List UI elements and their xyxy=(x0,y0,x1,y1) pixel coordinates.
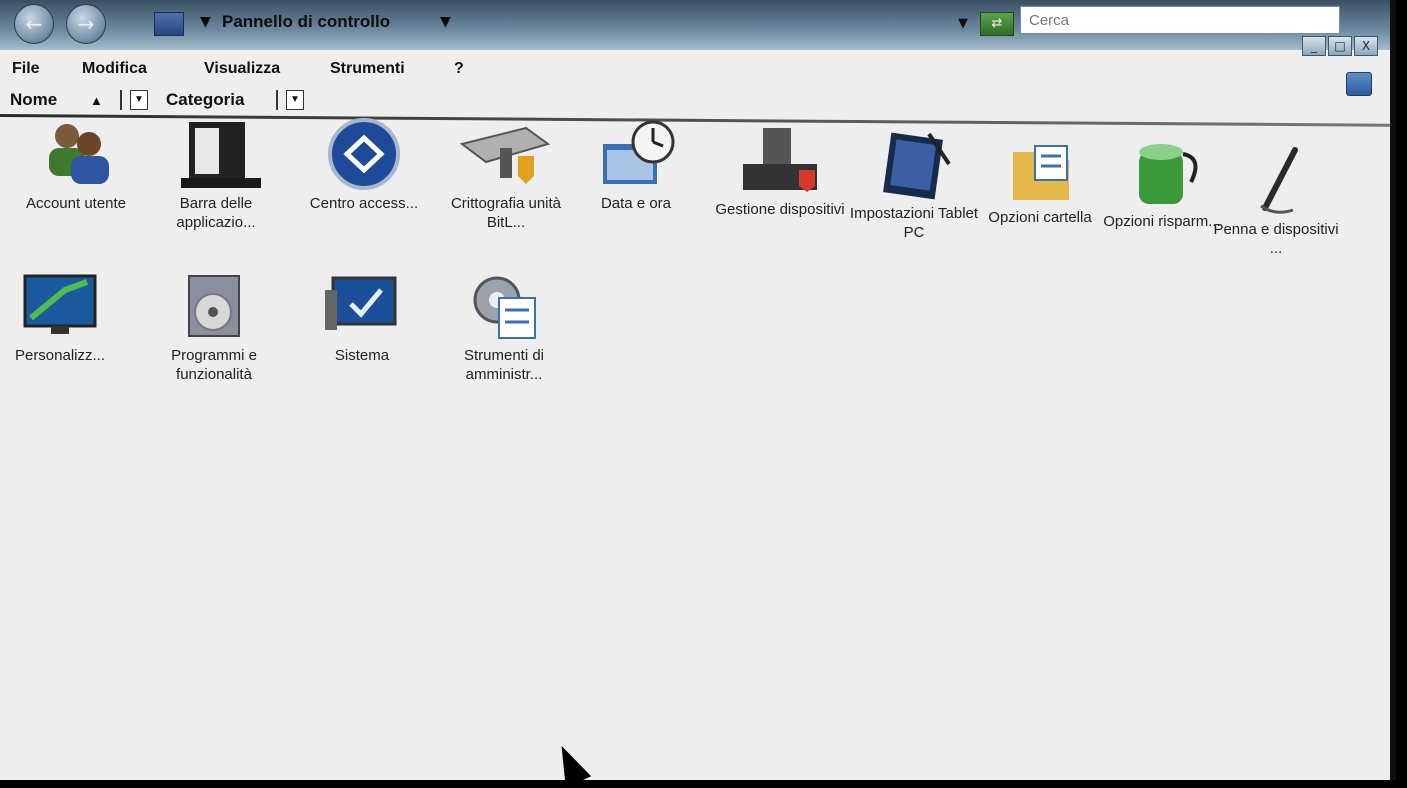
item-label: Penna e dispositivi ... xyxy=(1213,221,1339,257)
item-label: Strumenti di amministr... xyxy=(463,347,545,383)
item-label: Gestione dispositivi xyxy=(715,201,845,218)
item-opzioni-cartella[interactable]: Opzioni cartella xyxy=(970,132,1110,227)
menu-modifica[interactable]: Modifica xyxy=(82,60,147,78)
item-label: Data e ora xyxy=(600,195,672,212)
refresh-button[interactable]: ⇄ xyxy=(980,12,1014,36)
device-manager-icon xyxy=(743,124,817,194)
item-impostazioni-tablet[interactable]: Impostazioni Tablet PC xyxy=(844,128,984,242)
item-centro-accessibilita[interactable]: Centro access... xyxy=(294,118,434,213)
date-time-icon xyxy=(601,118,675,188)
item-personalizzazione[interactable]: Personalizz... xyxy=(0,270,130,365)
maximize-button[interactable]: □ xyxy=(1328,36,1352,56)
back-arrow-icon: ← xyxy=(25,12,43,36)
item-data-ora[interactable]: Data e ora xyxy=(566,118,706,213)
forward-button[interactable]: → xyxy=(66,4,106,44)
sort-ascending-icon: ▲ xyxy=(90,93,103,108)
column-category[interactable]: Categoria xyxy=(166,90,244,110)
name-filter-dropdown[interactable]: ▼ xyxy=(130,90,148,110)
column-separator xyxy=(276,90,278,110)
ease-of-access-icon xyxy=(328,118,400,190)
control-panel-icon xyxy=(154,12,184,36)
item-sistema[interactable]: Sistema xyxy=(292,270,432,365)
item-strumenti-amministrazione[interactable]: Strumenti di amministr... xyxy=(434,270,574,384)
item-label: Centro access... xyxy=(309,195,419,212)
control-panel-window: ← → ▼ Pannello di controllo ▼ ▼ ⇄ _ □ X … xyxy=(0,0,1396,788)
menu-file[interactable]: File xyxy=(12,60,40,78)
window-controls: _ □ X xyxy=(1302,36,1378,56)
tablet-pc-icon xyxy=(879,128,951,200)
power-options-icon xyxy=(1127,136,1198,206)
forward-arrow-icon: → xyxy=(77,12,95,36)
item-label: Personalizz... xyxy=(14,347,106,364)
category-filter-dropdown[interactable]: ▼ xyxy=(286,90,304,110)
item-barra-applicazioni[interactable]: Barra delle applicazio... xyxy=(146,118,286,232)
column-separator xyxy=(120,90,122,110)
item-label: Sistema xyxy=(334,347,390,364)
item-label: Account utente xyxy=(25,195,127,212)
column-name[interactable]: Nome xyxy=(10,90,57,110)
item-label: Barra delle applicazio... xyxy=(176,195,256,231)
item-label: Programmi e funzionalità xyxy=(171,347,257,383)
taskbar-icon xyxy=(181,118,261,188)
menu-help[interactable]: ? xyxy=(454,60,464,78)
item-penna-dispositivi[interactable]: Penna e dispositivi ... xyxy=(1206,144,1346,258)
item-crittografia-bitlocker[interactable]: Crittografia unità BitL... xyxy=(436,118,576,232)
item-account-utente[interactable]: Account utente xyxy=(6,118,146,213)
close-button[interactable]: X xyxy=(1354,36,1378,56)
system-icon xyxy=(325,270,397,340)
item-gestione-dispositivi[interactable]: Gestione dispositivi xyxy=(710,124,850,219)
folder-options-icon xyxy=(1005,132,1075,202)
bitlocker-icon xyxy=(459,118,551,188)
menu-visualizza[interactable]: Visualizza xyxy=(204,60,280,78)
item-label: Crittografia unità BitL... xyxy=(450,195,562,231)
minimize-button[interactable]: _ xyxy=(1302,36,1326,56)
search-box xyxy=(1020,6,1340,34)
menu-strumenti[interactable]: Strumenti xyxy=(330,60,405,78)
item-programmi-funzionalita[interactable]: Programmi e funzionalità xyxy=(144,270,284,384)
user-accounts-icon xyxy=(41,118,111,188)
address-dropdown-icon[interactable]: ▼ xyxy=(440,14,451,30)
admin-tools-icon xyxy=(469,270,539,340)
breadcrumb-dropdown-icon[interactable]: ▼ xyxy=(200,14,211,30)
search-input[interactable] xyxy=(1027,7,1321,33)
column-headers: Nome ▲ ▼ Categoria ▼ xyxy=(0,86,1390,114)
pen-input-icon xyxy=(1241,144,1311,214)
recent-locations-dropdown-icon[interactable]: ▼ xyxy=(958,16,968,31)
refresh-icon: ⇄ xyxy=(991,16,1003,31)
item-label: Impostazioni Tablet PC xyxy=(849,205,979,241)
item-label: Opzioni cartella xyxy=(988,209,1092,226)
back-button[interactable]: ← xyxy=(14,4,54,44)
programs-features-icon xyxy=(179,270,249,340)
personalization-icon xyxy=(23,270,97,340)
breadcrumb[interactable]: Pannello di controllo xyxy=(222,12,390,32)
items-view: Account utente Barra delle applicazio...… xyxy=(0,118,1390,788)
mouse-cursor-icon xyxy=(548,739,592,788)
